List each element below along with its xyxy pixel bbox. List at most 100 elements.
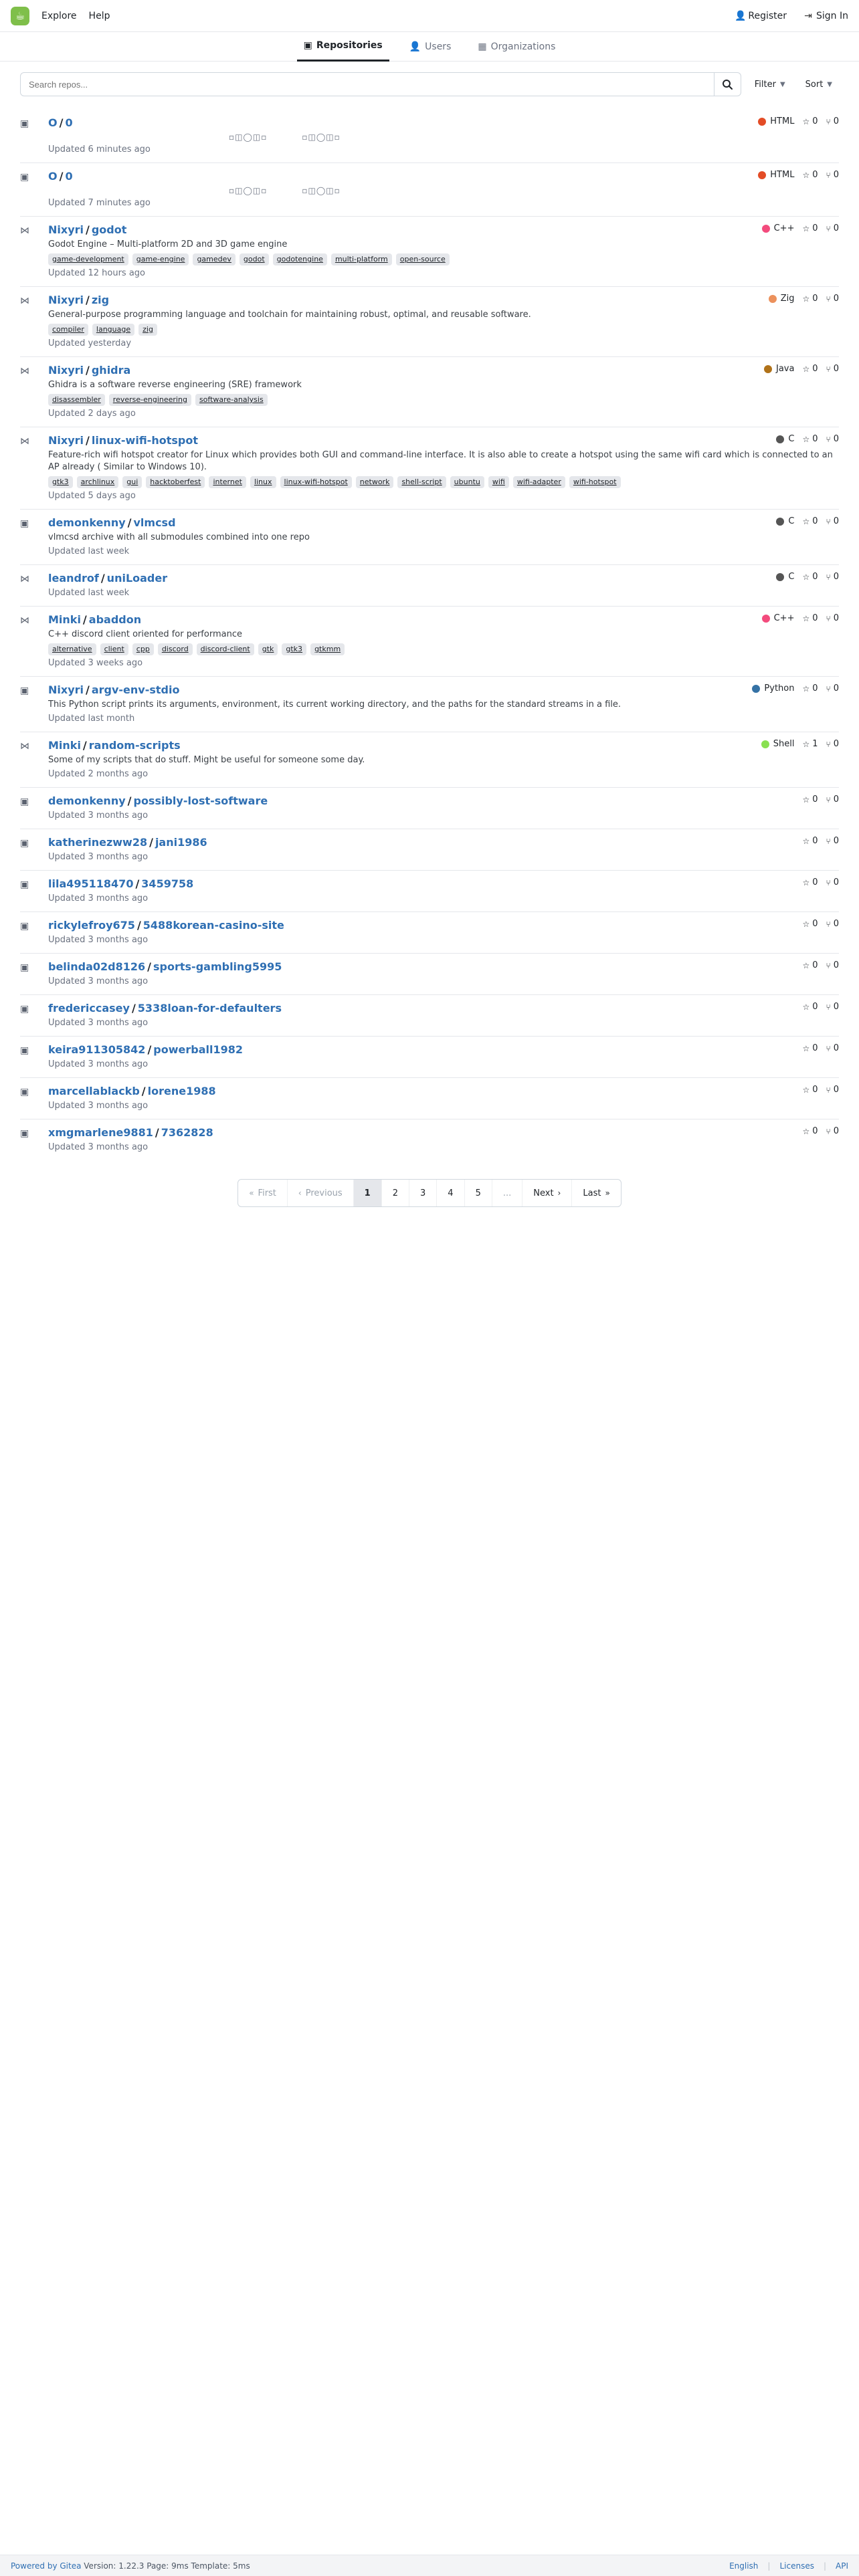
- repo-owner-link[interactable]: Nixyri: [48, 434, 84, 447]
- topic-tag[interactable]: alternative: [48, 643, 96, 655]
- repo-forks[interactable]: ⑂ 0: [826, 1085, 839, 1095]
- repo-owner-link[interactable]: Nixyri: [48, 683, 84, 696]
- repo-owner-link[interactable]: O: [48, 116, 58, 129]
- repo-stars[interactable]: ☆ 0: [802, 364, 818, 374]
- repo-name-link[interactable]: zig: [92, 294, 109, 306]
- topic-tag[interactable]: gtk: [258, 643, 278, 655]
- repo-name-link[interactable]: 3459758: [141, 877, 193, 890]
- repo-name-link[interactable]: ghidra: [92, 364, 130, 377]
- repo-name-link[interactable]: lorene1988: [148, 1085, 216, 1097]
- repo-stars[interactable]: ☆ 0: [802, 294, 818, 304]
- repo-stars[interactable]: ☆ 0: [802, 613, 818, 623]
- repo-name-link[interactable]: linux-wifi-hotspot: [92, 434, 198, 447]
- topic-tag[interactable]: network: [355, 476, 394, 488]
- repo-stars[interactable]: ☆ 0: [802, 1043, 818, 1053]
- topic-tag[interactable]: godotengine: [272, 253, 327, 265]
- repo-owner-link[interactable]: rickylefroy675: [48, 919, 135, 932]
- repo-name-link[interactable]: 7362828: [161, 1126, 213, 1139]
- help-link[interactable]: Help: [89, 11, 110, 21]
- explore-link[interactable]: Explore: [41, 11, 77, 21]
- repo-forks[interactable]: ⑂ 0: [826, 294, 839, 304]
- topic-tag[interactable]: wifi-hotspot: [569, 476, 621, 488]
- topic-tag[interactable]: disassembler: [48, 394, 105, 406]
- repo-owner-link[interactable]: xmgmarlene9881: [48, 1126, 153, 1139]
- tab-users[interactable]: 👤 Users: [403, 32, 458, 62]
- language-link[interactable]: English: [729, 2561, 758, 2571]
- repo-stars[interactable]: ☆ 0: [802, 223, 818, 233]
- search-button[interactable]: [714, 72, 741, 96]
- pagination-page-1[interactable]: 1: [353, 1180, 381, 1206]
- repo-name-link[interactable]: powerball1982: [153, 1043, 243, 1056]
- topic-tag[interactable]: language: [92, 324, 135, 336]
- topic-tag[interactable]: reverse-engineering: [108, 394, 191, 406]
- topic-tag[interactable]: discord: [157, 643, 193, 655]
- topic-tag[interactable]: multi-platform: [330, 253, 392, 265]
- repo-forks[interactable]: ⑂ 0: [826, 1002, 839, 1012]
- repo-owner-link[interactable]: demonkenny: [48, 794, 126, 807]
- sort-dropdown[interactable]: Sort ▼: [799, 72, 839, 96]
- powered-by-link[interactable]: Powered by Gitea: [11, 2561, 81, 2571]
- topic-tag[interactable]: wifi: [488, 476, 509, 488]
- topic-tag[interactable]: linux-wifi-hotspot: [280, 476, 352, 488]
- repo-forks[interactable]: ⑂ 0: [826, 877, 839, 887]
- repo-name-link[interactable]: vlmcsd: [133, 516, 175, 529]
- repo-name-link[interactable]: jani1986: [155, 836, 207, 849]
- repo-forks[interactable]: ⑂ 0: [826, 919, 839, 929]
- repo-forks[interactable]: ⑂ 0: [826, 613, 839, 623]
- repo-owner-link[interactable]: marcellablackb: [48, 1085, 140, 1097]
- topic-tag[interactable]: gui: [122, 476, 142, 488]
- repo-name-link[interactable]: 5338loan-for-defaulters: [138, 1002, 282, 1014]
- repo-name-link[interactable]: random-scripts: [89, 739, 181, 752]
- topic-tag[interactable]: ubuntu: [450, 476, 484, 488]
- tab-repositories[interactable]: ▣ Repositories: [296, 32, 389, 62]
- repo-owner-link[interactable]: belinda02d8126: [48, 960, 145, 973]
- repo-stars[interactable]: ☆ 0: [802, 116, 818, 126]
- repo-stars[interactable]: ☆ 0: [802, 683, 818, 693]
- pagination-previous[interactable]: ‹ Previous: [286, 1180, 353, 1206]
- topic-tag[interactable]: gamedev: [193, 253, 235, 265]
- repo-stars[interactable]: ☆ 0: [802, 794, 818, 804]
- repo-forks[interactable]: ⑂ 0: [826, 1126, 839, 1136]
- repo-owner-link[interactable]: lila495118470: [48, 877, 133, 890]
- repo-name-link[interactable]: argv-env-stdio: [92, 683, 180, 696]
- repo-forks[interactable]: ⑂ 0: [826, 223, 839, 233]
- repo-owner-link[interactable]: keira911305842: [48, 1043, 145, 1056]
- repo-name-link[interactable]: 5488korean-casino-site: [143, 919, 284, 932]
- pagination-last[interactable]: Last »: [571, 1180, 620, 1206]
- repo-name-link[interactable]: 0: [65, 116, 72, 129]
- topic-tag[interactable]: gtkmm: [310, 643, 345, 655]
- pagination-page-4[interactable]: 4: [436, 1180, 464, 1206]
- repo-owner-link[interactable]: leandrof: [48, 572, 99, 584]
- repo-owner-link[interactable]: Nixyri: [48, 294, 84, 306]
- repo-owner-link[interactable]: Minki: [48, 613, 81, 626]
- repo-forks[interactable]: ⑂ 0: [826, 794, 839, 804]
- licenses-link[interactable]: Licenses: [779, 2561, 814, 2571]
- topic-tag[interactable]: internet: [209, 476, 246, 488]
- topic-tag[interactable]: archlinux: [76, 476, 119, 488]
- pagination-first[interactable]: « First: [238, 1180, 287, 1206]
- search-input[interactable]: [20, 72, 714, 96]
- repo-stars[interactable]: ☆ 0: [802, 516, 818, 526]
- repo-owner-link[interactable]: O: [48, 170, 58, 183]
- repo-owner-link[interactable]: Minki: [48, 739, 81, 752]
- topic-tag[interactable]: software-analysis: [195, 394, 268, 406]
- topic-tag[interactable]: gtk3: [48, 476, 73, 488]
- repo-stars[interactable]: ☆ 0: [802, 877, 818, 887]
- api-link[interactable]: API: [836, 2561, 848, 2571]
- pagination-page-5[interactable]: 5: [464, 1180, 492, 1206]
- repo-stars[interactable]: ☆ 0: [802, 960, 818, 970]
- register-link[interactable]: 👤 Register: [735, 11, 787, 21]
- repo-stars[interactable]: ☆ 0: [802, 1085, 818, 1095]
- repo-stars[interactable]: ☆ 0: [802, 434, 818, 444]
- topic-tag[interactable]: zig: [138, 324, 157, 336]
- repo-owner-link[interactable]: Nixyri: [48, 223, 84, 236]
- sign-in-link[interactable]: ⇥ Sign In: [803, 11, 848, 21]
- repo-forks[interactable]: ⑂ 0: [826, 434, 839, 444]
- repo-stars[interactable]: ☆ 0: [802, 836, 818, 846]
- repo-stars[interactable]: ☆ 0: [802, 919, 818, 929]
- topic-tag[interactable]: game-engine: [132, 253, 189, 265]
- repo-name-link[interactable]: sports-gambling5995: [153, 960, 282, 973]
- repo-name-link[interactable]: godot: [92, 223, 127, 236]
- repo-owner-link[interactable]: katherinezww28: [48, 836, 147, 849]
- repo-forks[interactable]: ⑂ 0: [826, 960, 839, 970]
